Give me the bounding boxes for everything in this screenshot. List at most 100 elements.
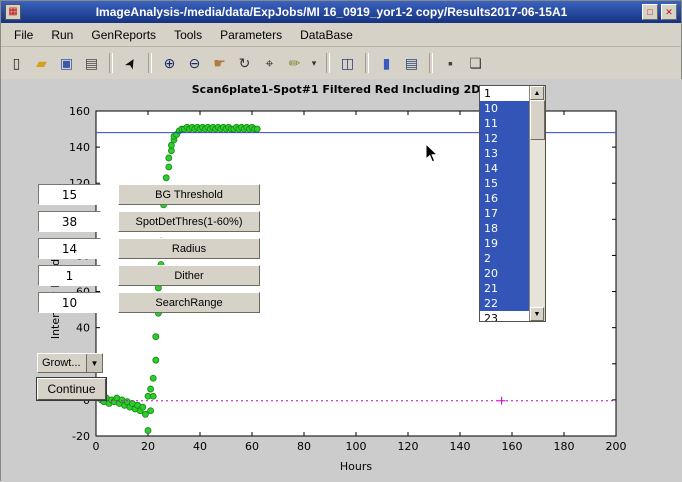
- growth-dropdown[interactable]: Growt... ▼: [37, 353, 103, 373]
- searchrange-input[interactable]: [38, 292, 101, 313]
- data-cursor-icon: ⌖: [266, 55, 274, 72]
- toolbar-separator: [109, 53, 113, 73]
- toolbar-separator: [326, 53, 330, 73]
- spotdetthres-button[interactable]: SpotDetThres(1-60%): [118, 211, 260, 232]
- menu-item-file[interactable]: File: [5, 25, 42, 45]
- list-item-1[interactable]: 1: [480, 86, 529, 101]
- figure-area: 020406080100120140160180200-200204060801…: [1, 79, 682, 482]
- svg-text:0: 0: [93, 440, 100, 453]
- list-item-21[interactable]: 21: [480, 281, 529, 296]
- menu-bar: FileRunGenReportsToolsParametersDataBase: [1, 23, 681, 47]
- link-plots-icon: ◫: [341, 55, 354, 72]
- insert-colorbar-button[interactable]: ▮: [375, 52, 398, 75]
- spotdetthres-input[interactable]: [38, 211, 101, 232]
- list-item-14[interactable]: 14: [480, 161, 529, 176]
- control-row-radius: Radius: [38, 238, 260, 259]
- pan-hand-button[interactable]: ☛: [208, 52, 231, 75]
- control-row-bg-threshold: BG Threshold: [38, 184, 260, 205]
- list-item-2[interactable]: 2: [480, 251, 529, 266]
- hide-plot-tools-icon: ▪: [448, 55, 453, 71]
- searchrange-button[interactable]: SearchRange: [118, 292, 260, 313]
- window-buttons: □ ✕: [642, 4, 677, 20]
- menu-item-tools[interactable]: Tools: [165, 25, 211, 45]
- list-item-12[interactable]: 12: [480, 131, 529, 146]
- bg-threshold-button[interactable]: BG Threshold: [118, 184, 260, 205]
- listbox-scrollbar[interactable]: ▲ ▼: [529, 86, 545, 321]
- list-item-13[interactable]: 13: [480, 146, 529, 161]
- app-window: ▦ ImageAnalysis-/media/data/ExpJobs/MI 1…: [0, 0, 682, 481]
- scroll-up-button[interactable]: ▲: [530, 86, 544, 100]
- edit-plot-button[interactable]: ➤: [119, 52, 142, 75]
- insert-colorbar-icon: ▮: [383, 55, 391, 72]
- save-button[interactable]: ▣: [55, 52, 78, 75]
- zoom-in-button[interactable]: ⊕: [158, 52, 181, 75]
- menu-item-genreports[interactable]: GenReports: [82, 25, 165, 45]
- window-menu-icon[interactable]: ▦: [5, 4, 21, 20]
- list-item-18[interactable]: 18: [480, 221, 529, 236]
- menu-item-parameters[interactable]: Parameters: [211, 25, 291, 45]
- svg-text:100: 100: [346, 440, 367, 453]
- edit-plot-icon: ➤: [120, 54, 141, 73]
- maximize-button[interactable]: □: [642, 4, 658, 20]
- rotate-3d-icon: ↻: [239, 55, 251, 72]
- svg-text:120: 120: [398, 440, 419, 453]
- svg-text:140: 140: [450, 440, 471, 453]
- radius-input[interactable]: [38, 238, 101, 259]
- toolbar-separator: [148, 53, 152, 73]
- pan-hand-icon: ☛: [213, 55, 226, 72]
- print-button[interactable]: ▤: [80, 52, 103, 75]
- dither-input[interactable]: [38, 265, 101, 286]
- hide-plot-tools-button[interactable]: ▪: [439, 52, 462, 75]
- value-listbox[interactable]: 110111213141516171819220212223 ▲ ▼: [479, 85, 546, 322]
- brush-menu-button[interactable]: ▾: [308, 52, 320, 75]
- new-document-button[interactable]: ▯: [5, 52, 28, 75]
- brush-icon: ✏: [289, 55, 301, 72]
- open-folder-button[interactable]: ▰: [30, 52, 53, 75]
- list-item-10[interactable]: 10: [480, 101, 529, 116]
- new-document-icon: ▯: [13, 55, 21, 72]
- svg-text:160: 160: [502, 440, 523, 453]
- zoom-out-button[interactable]: ⊖: [183, 52, 206, 75]
- continue-button[interactable]: Continue: [37, 378, 106, 400]
- data-cursor-button[interactable]: ⌖: [258, 52, 281, 75]
- list-item-15[interactable]: 15: [480, 176, 529, 191]
- menu-item-database[interactable]: DataBase: [291, 25, 362, 45]
- zoom-out-icon: ⊖: [189, 55, 201, 72]
- rotate-3d-button[interactable]: ↻: [233, 52, 256, 75]
- scrollbar-thumb[interactable]: [530, 100, 545, 140]
- svg-text:-20: -20: [72, 430, 90, 443]
- insert-legend-icon: ▤: [405, 55, 418, 72]
- list-item-22[interactable]: 22: [480, 296, 529, 311]
- list-item-11[interactable]: 11: [480, 116, 529, 131]
- list-item-16[interactable]: 16: [480, 191, 529, 206]
- title-bar: ▦ ImageAnalysis-/media/data/ExpJobs/MI 1…: [1, 1, 681, 23]
- bg-threshold-input[interactable]: [38, 184, 101, 205]
- x-axis-label: Hours: [340, 460, 372, 473]
- dock-figure-icon: ❏: [469, 55, 482, 72]
- menu-item-run[interactable]: Run: [42, 25, 82, 45]
- svg-text:180: 180: [554, 440, 575, 453]
- scrollbar-track: [530, 140, 545, 307]
- insert-legend-button[interactable]: ▤: [400, 52, 423, 75]
- list-item-17[interactable]: 17: [480, 206, 529, 221]
- dither-button[interactable]: Dither: [118, 265, 260, 286]
- chevron-down-icon: ▼: [86, 354, 102, 372]
- value-listbox-items: 110111213141516171819220212223: [480, 86, 529, 321]
- window-title: ImageAnalysis-/media/data/ExpJobs/MI 16_…: [27, 5, 636, 19]
- list-item-19[interactable]: 19: [480, 236, 529, 251]
- toolbar-separator: [365, 53, 369, 73]
- control-row-spotdetthres: SpotDetThres(1-60%): [38, 211, 260, 232]
- scroll-down-button[interactable]: ▼: [530, 307, 544, 321]
- growth-dropdown-label: Growt...: [42, 357, 81, 369]
- svg-text:160: 160: [69, 105, 90, 118]
- control-row-searchrange: SearchRange: [38, 292, 260, 313]
- svg-text:140: 140: [69, 141, 90, 154]
- brush-button[interactable]: ✏: [283, 52, 306, 75]
- list-item-23[interactable]: 23: [480, 311, 529, 321]
- link-plots-button[interactable]: ◫: [336, 52, 359, 75]
- dock-figure-button[interactable]: ❏: [464, 52, 487, 75]
- close-button[interactable]: ✕: [661, 4, 677, 20]
- radius-button[interactable]: Radius: [118, 238, 260, 259]
- list-item-20[interactable]: 20: [480, 266, 529, 281]
- svg-text:40: 40: [193, 440, 207, 453]
